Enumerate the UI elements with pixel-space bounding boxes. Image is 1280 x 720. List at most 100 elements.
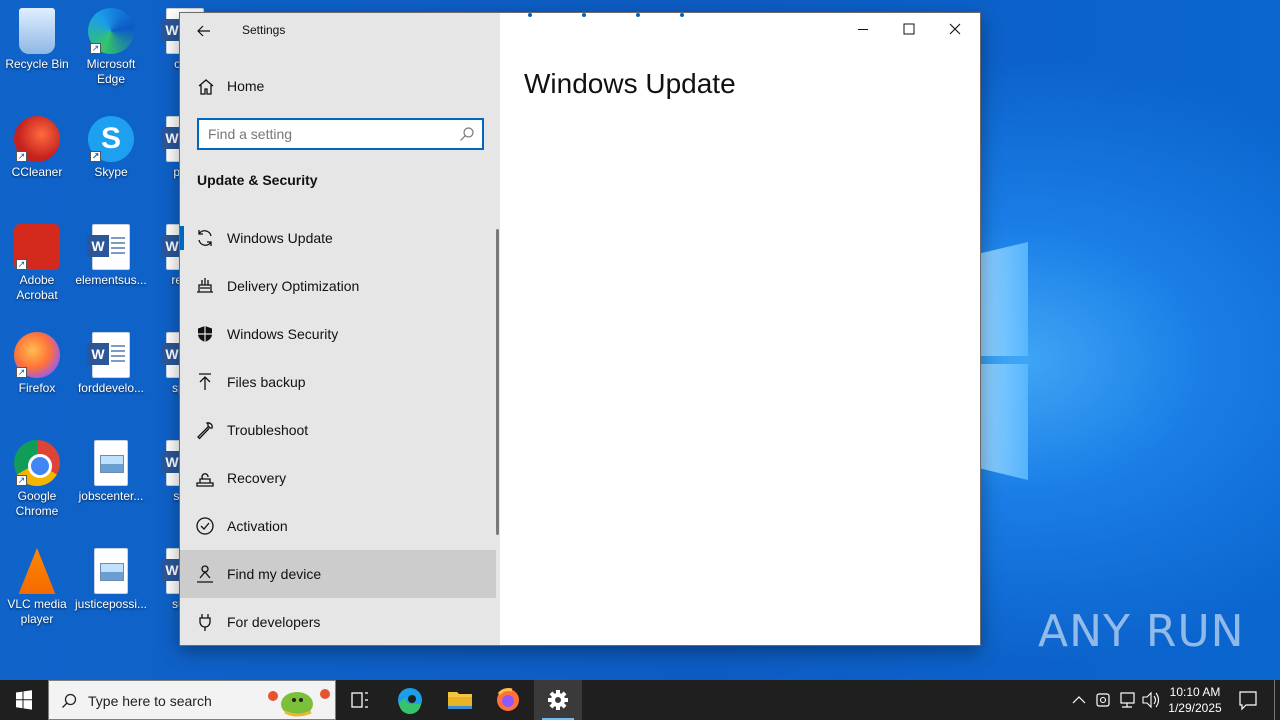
desktop-icon-doc-forddevelo[interactable]: forddevelo...	[74, 332, 148, 396]
desktop-icon-img-justicepossi[interactable]: justicepossi...	[74, 548, 148, 612]
taskbar-search-box[interactable]: Type here to search	[48, 680, 336, 720]
settings-sidebar: Settings Home Update & Security Windows …	[180, 13, 500, 645]
image-file-icon	[94, 440, 128, 486]
desktop-icon-google-chrome[interactable]: ↗ Google Chrome	[0, 440, 74, 519]
search-icon	[460, 127, 474, 141]
word-document-icon	[87, 224, 130, 270]
taskbar-clock[interactable]: 10:10 AM 1/29/2025	[1160, 684, 1230, 716]
desktop-icon-vlc[interactable]: VLC media player	[0, 548, 74, 627]
vlc-icon	[18, 548, 56, 594]
nav-item-label: Troubleshoot	[227, 422, 309, 438]
desktop-icon-ccleaner[interactable]: ↗ CCleaner	[0, 116, 74, 180]
start-button[interactable]	[0, 680, 48, 720]
tray-network[interactable]	[1116, 680, 1138, 720]
taskbar-file-explorer[interactable]	[436, 680, 484, 720]
network-icon	[1120, 692, 1135, 708]
nav-item-windows-security[interactable]: Windows Security	[180, 310, 496, 358]
desktop-icon-img-jobscenter[interactable]: jobscenter...	[74, 440, 148, 504]
nav-item-troubleshoot[interactable]: Troubleshoot	[180, 406, 496, 454]
home-icon	[198, 79, 214, 95]
volume-icon	[1142, 691, 1160, 709]
acrobat-icon: ↗	[14, 224, 60, 270]
desktop-icon-label: jobscenter...	[78, 489, 144, 503]
nav-item-files-backup[interactable]: Files backup	[180, 358, 496, 406]
desktop-icon-firefox[interactable]: ↗ Firefox	[0, 332, 74, 396]
app-title: Settings	[242, 23, 286, 37]
developer-icon	[199, 614, 211, 631]
back-button[interactable]	[192, 19, 216, 43]
nav-item-recovery[interactable]: Recovery	[180, 454, 496, 502]
loading-dots	[528, 13, 688, 19]
shield-icon	[198, 326, 212, 342]
nav-item-windows-update[interactable]: Windows Update	[180, 214, 496, 262]
windows-wallpaper-logo	[980, 242, 1030, 480]
desktop-icon-label: Firefox	[18, 381, 56, 395]
desktop-icon-label: forddevelo...	[77, 381, 145, 395]
find-setting-search[interactable]	[197, 118, 484, 150]
settings-window: Settings Home Update & Security Windows …	[179, 12, 981, 646]
notification-icon	[1239, 691, 1257, 711]
nav-item-delivery-optimization[interactable]: Delivery Optimization	[180, 262, 496, 310]
section-title: Update & Security	[197, 172, 318, 188]
minimize-button[interactable]	[840, 13, 886, 45]
edge-icon: ↗	[88, 8, 134, 54]
chevron-up-icon	[1072, 696, 1086, 704]
search-highlight-illustration	[268, 689, 330, 717]
nav-item-label: Recovery	[227, 470, 287, 486]
nav-item-label: Find my device	[227, 566, 322, 582]
nav-home[interactable]: Home	[180, 71, 500, 103]
sidebar-scrollbar[interactable]	[496, 229, 499, 535]
taskbar-edge[interactable]	[386, 680, 434, 720]
nav-item-activation[interactable]: Activation	[180, 502, 496, 550]
nav-item-label: Files backup	[227, 374, 306, 390]
task-view-button[interactable]	[336, 680, 384, 720]
desktop-icon-label: Recycle Bin	[5, 57, 69, 71]
show-hidden-icons-button[interactable]	[1068, 680, 1090, 720]
search-input[interactable]	[208, 125, 448, 143]
firefox-icon: ↗	[14, 332, 60, 378]
maximize-button[interactable]	[886, 13, 932, 45]
close-icon	[949, 23, 961, 35]
anyrun-watermark: ANY RUN	[1038, 606, 1245, 657]
maximize-icon	[903, 23, 915, 35]
nav-item-find-my-device[interactable]: Find my device	[180, 550, 496, 598]
clock-time: 10:10 AM	[1169, 685, 1221, 699]
nav-item-label: Windows Security	[227, 326, 339, 342]
recovery-icon	[196, 473, 214, 487]
delivery-optimization-icon	[197, 278, 213, 293]
main-content-pane: Windows Update	[500, 13, 980, 645]
page-title: Windows Update	[524, 68, 736, 99]
desktop-icon-label: Adobe Acrobat	[16, 273, 58, 302]
tray-network-adapter[interactable]	[1092, 680, 1114, 720]
nav-item-label: Activation	[227, 518, 288, 534]
taskbar-firefox[interactable]	[484, 680, 532, 720]
close-button[interactable]	[932, 13, 978, 45]
desktop-icon-label: VLC media player	[7, 597, 67, 626]
desktop-icon-adobe-acrobat[interactable]: ↗ Adobe Acrobat	[0, 224, 74, 303]
clock-date: 1/29/2025	[1168, 701, 1222, 715]
taskbar-settings[interactable]	[534, 680, 582, 720]
settings-gear-icon	[548, 690, 568, 710]
upload-arrow-icon	[199, 373, 211, 390]
windows-start-icon	[16, 690, 32, 710]
edge-icon	[398, 688, 422, 715]
desktop-icon-label: elementsus...	[75, 273, 147, 287]
show-desktop-button[interactable]	[1274, 680, 1280, 720]
desktop-icon-doc-elementsus[interactable]: elementsus...	[74, 224, 148, 288]
task-view-icon	[351, 692, 368, 708]
firefox-icon	[497, 688, 519, 711]
nav-home-label: Home	[227, 78, 265, 94]
desktop-icon-label: Skype	[94, 165, 128, 179]
desktop-icon-skype[interactable]: S ↗ Skype	[74, 116, 148, 180]
search-icon	[62, 693, 77, 708]
action-center-button[interactable]	[1232, 680, 1264, 720]
nav-item-label: For developers	[227, 614, 321, 630]
taskbar-search-text: Type here to search	[88, 693, 212, 709]
tray-volume[interactable]	[1140, 680, 1162, 720]
chrome-icon: ↗	[14, 440, 60, 486]
nav-item-for-developers[interactable]: For developers	[180, 598, 496, 646]
desktop-icon-recycle-bin[interactable]: Recycle Bin	[0, 8, 74, 72]
nav-item-label: Delivery Optimization	[227, 278, 360, 294]
desktop-icon-microsoft-edge[interactable]: ↗ Microsoft Edge	[74, 8, 148, 87]
sync-icon	[198, 230, 212, 246]
